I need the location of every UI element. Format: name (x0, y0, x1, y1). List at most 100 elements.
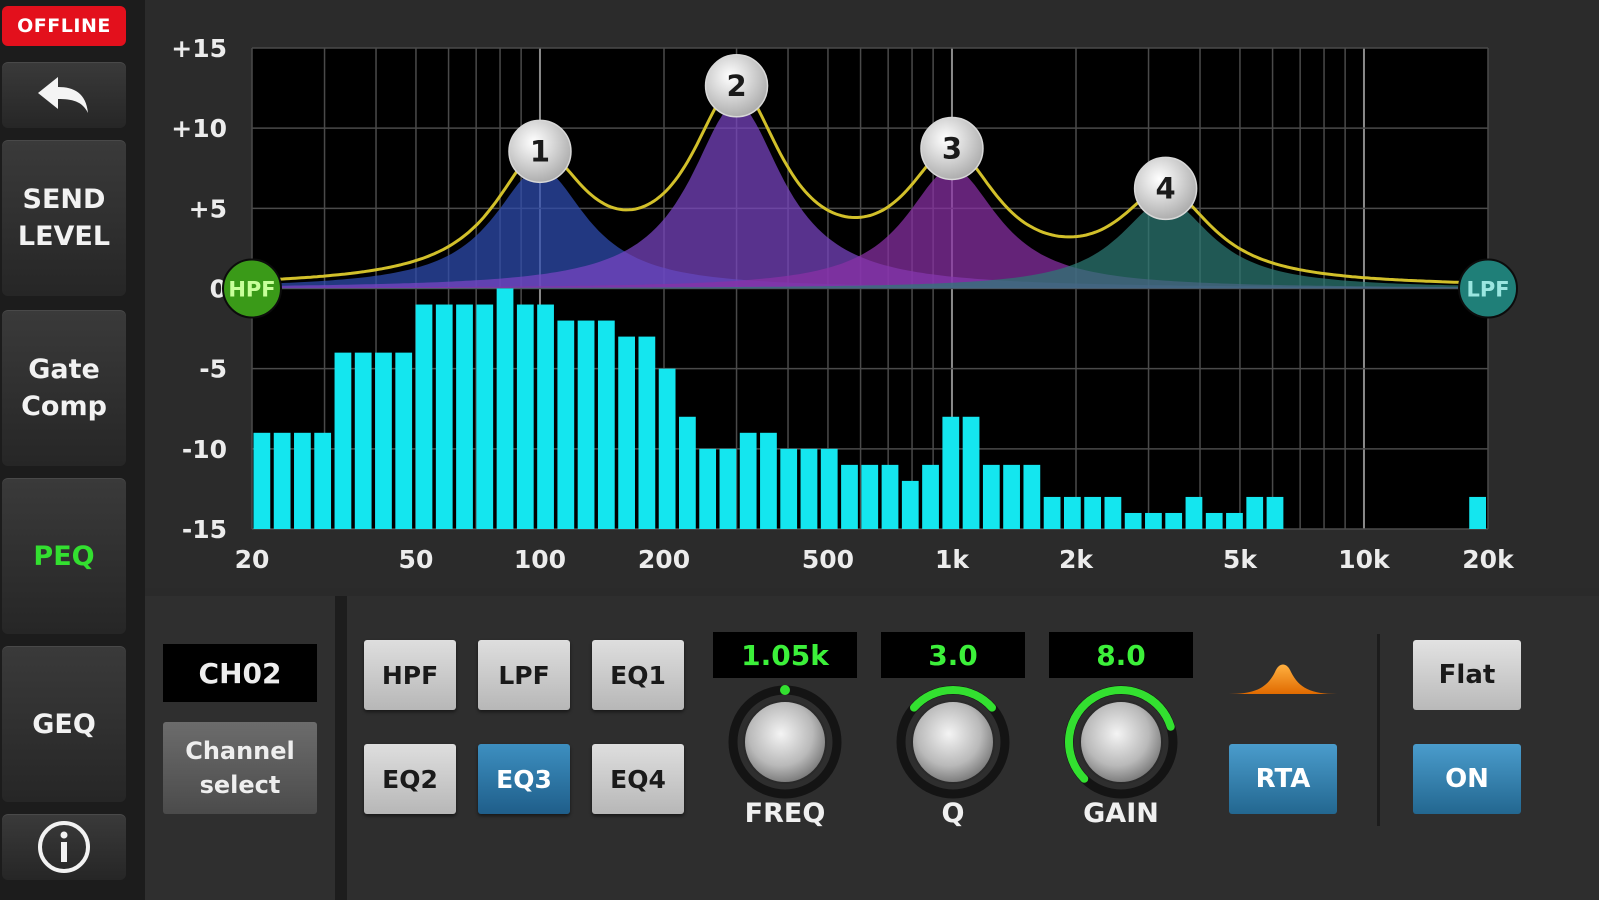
rta-bar (557, 320, 575, 529)
rta-bar (618, 336, 635, 529)
y-tick-label: +10 (171, 114, 227, 143)
band-handle-label: 2 (726, 69, 746, 103)
y-tick-label: +5 (189, 194, 227, 223)
gain-readout: 8.0 (1049, 632, 1193, 678)
y-tick-labels: +15+10+50-5-10-15 (171, 34, 227, 544)
sidebar-item-label: GEQ (32, 708, 96, 740)
x-tick-label: 2k (1059, 545, 1094, 574)
eq4-band-button[interactable]: EQ4 (592, 744, 684, 814)
q-label: Q (941, 798, 965, 829)
back-button[interactable] (2, 62, 126, 128)
bell-filter-shape-icon[interactable] (1227, 654, 1339, 698)
rta-bar (820, 448, 838, 529)
x-tick-label: 500 (802, 545, 854, 574)
eq-graph[interactable]: +15+10+50-5-10-15 20 50 100 200 500 1k 2k 5k 10k… (145, 0, 1599, 588)
rta-bar (1104, 496, 1122, 529)
lpf-handle-label: LPF (1466, 278, 1509, 302)
x-tick-label: 5k (1223, 545, 1258, 574)
rta-bar (982, 464, 1000, 529)
eq1-band-button[interactable]: EQ1 (592, 640, 684, 710)
rta-bar (1246, 496, 1264, 529)
x-tick-label: 200 (638, 545, 690, 574)
rta-bar (922, 464, 939, 529)
sidebar-item-label: Gate Comp (21, 354, 107, 422)
rta-bar (760, 432, 777, 529)
knob-cap (1079, 700, 1163, 784)
rta-bar (395, 352, 413, 529)
flat-button[interactable]: Flat (1413, 640, 1521, 710)
rta-bar (476, 304, 494, 529)
rta-bar (415, 304, 433, 529)
rta-bar (597, 320, 615, 529)
band-3-handle[interactable]: 3 (920, 116, 984, 181)
rta-bar (1084, 496, 1102, 529)
y-tick-label: -15 (182, 515, 227, 544)
rta-bar (354, 352, 372, 529)
rta-bar (516, 304, 534, 529)
rta-bar (273, 432, 291, 529)
band-handle-label: 1 (530, 134, 550, 168)
rta-bar (942, 416, 960, 529)
eq3-band-button[interactable]: EQ3 (478, 744, 570, 814)
band-2-handle[interactable]: 2 (704, 54, 769, 118)
rta-bar (901, 480, 919, 529)
rta-bar (962, 416, 980, 529)
rta-bar (1266, 496, 1284, 529)
rta-bar (577, 320, 595, 529)
x-tick-label: 100 (514, 545, 566, 574)
rta-bar (1185, 496, 1203, 529)
hpf-handle-label: HPF (228, 278, 275, 302)
rta-bar (861, 464, 879, 529)
band-handle-label: 3 (942, 131, 962, 165)
band-1-handle[interactable]: 1 (508, 119, 572, 184)
freq-knob[interactable] (725, 682, 845, 802)
lpf-handle[interactable]: LPF (1458, 258, 1518, 319)
rta-bar (800, 448, 818, 529)
sidebar-item-gate-comp[interactable]: Gate Comp (2, 310, 126, 466)
offline-status-badge: OFFLINE (2, 6, 126, 46)
back-arrow-icon (38, 77, 88, 113)
channel-display: CH02 (163, 644, 317, 702)
rta-bar (1003, 464, 1020, 529)
freq-label: FREQ (744, 798, 826, 829)
sidebar: OFFLINE SEND LEVEL Gate Comp PEQ GEQ (0, 0, 145, 900)
q-readout: 3.0 (881, 632, 1025, 678)
sidebar-item-label: PEQ (33, 540, 95, 572)
band-4-handle[interactable]: 4 (1133, 156, 1198, 221)
x-tick-label: 1k (935, 545, 970, 574)
y-tick-label: -10 (182, 435, 227, 464)
rta-bar (253, 432, 271, 529)
q-knob[interactable] (893, 682, 1013, 802)
knob-cap (911, 700, 995, 784)
gain-label: GAIN (1083, 798, 1159, 829)
x-tick-label: 50 (399, 545, 434, 574)
sidebar-item-send-level[interactable]: SEND LEVEL (2, 140, 126, 296)
rta-bar (1469, 496, 1486, 529)
channel-select-button[interactable]: Channel select (163, 722, 317, 814)
control-panel: CH02 Channel select HPF LPF EQ1 EQ2 EQ3 … (145, 596, 1599, 900)
rta-bar (1226, 512, 1243, 529)
sidebar-item-peq[interactable]: PEQ (2, 478, 126, 634)
hpf-band-button[interactable]: HPF (364, 640, 456, 710)
info-button[interactable] (2, 814, 126, 880)
rta-bar (334, 352, 352, 529)
rta-bar (435, 304, 453, 529)
y-tick-label: -5 (199, 355, 227, 384)
gain-knob[interactable] (1061, 682, 1181, 802)
info-icon (38, 821, 90, 873)
lpf-band-button[interactable]: LPF (478, 640, 570, 710)
eq2-band-button[interactable]: EQ2 (364, 744, 456, 814)
channel-panel: CH02 Channel select (145, 596, 335, 900)
rta-bar (1043, 496, 1061, 529)
rta-bar (1023, 464, 1041, 529)
rta-bar (1205, 512, 1223, 529)
rta-bar (375, 352, 392, 529)
rta-bar (294, 432, 311, 529)
eq-on-button[interactable]: ON (1413, 744, 1521, 814)
sidebar-item-geq[interactable]: GEQ (2, 646, 126, 802)
sidebar-item-label: SEND LEVEL (17, 184, 111, 252)
hpf-handle[interactable]: HPF (222, 258, 282, 319)
x-tick-label: 10k (1338, 545, 1391, 574)
rta-button[interactable]: RTA (1229, 744, 1337, 814)
panel-divider (335, 596, 347, 900)
